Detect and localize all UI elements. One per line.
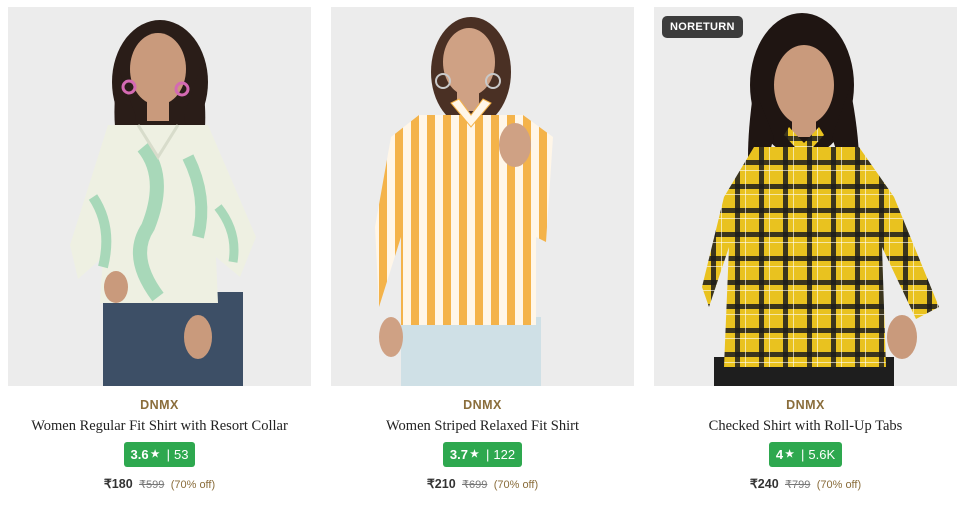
rating-badge: 3.7 ★ | 122 [442,442,523,467]
rating-count: 53 [173,447,189,462]
selling-price: ₹210 [426,477,456,491]
product-name[interactable]: Checked Shirt with Roll-Up Tabs [654,418,957,435]
star-icon: ★ [470,449,479,460]
rating-count: 122 [493,447,516,462]
product-name[interactable]: Women Striped Relaxed Fit Shirt [331,418,634,435]
rating-badge: 3.6 ★ | 53 [123,442,196,467]
product-name[interactable]: Women Regular Fit Shirt with Resort Coll… [8,418,311,435]
product-grid: DNMX Women Regular Fit Shirt with Resort… [0,0,967,511]
selling-price: ₹180 [103,477,133,491]
discount-label: (70% off) [170,479,216,491]
original-price: ₹799 [785,479,811,491]
discount-label: (70% off) [493,479,539,491]
product-image[interactable]: NORETURN [654,7,957,386]
rating-value: 3.7 [449,447,468,462]
product-photo-illustration [8,7,311,386]
rating-value: 3.6 [130,447,149,462]
product-card[interactable]: NORETURN DNMX Checked Shirt with Roll-Up… [654,7,957,507]
product-image[interactable] [8,7,311,386]
product-photo-illustration [331,7,634,386]
discount-label: (70% off) [816,479,862,491]
rating-container: 3.7 ★ | 122 [331,442,634,467]
rating-separator: | [166,447,170,462]
product-card[interactable]: DNMX Women Regular Fit Shirt with Resort… [8,7,311,507]
rating-separator: | [485,447,490,462]
product-brand: DNMX [140,398,179,412]
rating-count: 5.6K [808,447,836,462]
rating-value: 4 [775,447,784,462]
product-card[interactable]: DNMX Women Striped Relaxed Fit Shirt 3.7… [331,7,634,507]
rating-container: 3.6 ★ | 53 [8,442,311,467]
product-image[interactable] [331,7,634,386]
noreturn-badge: NORETURN [662,16,743,38]
rating-badge: 4 ★ | 5.6K [768,442,843,467]
selling-price: ₹240 [749,477,779,491]
product-photo-illustration [654,7,957,386]
product-brand: DNMX [786,398,825,412]
price-row: ₹210 ₹699 (70% off) [331,476,634,491]
star-icon: ★ [150,449,160,460]
product-brand: DNMX [463,398,502,412]
original-price: ₹699 [462,479,488,491]
price-row: ₹240 ₹799 (70% off) [654,476,957,491]
rating-separator: | [801,447,805,462]
star-icon: ★ [785,449,795,460]
original-price: ₹599 [139,479,165,491]
rating-container: 4 ★ | 5.6K [654,442,957,467]
price-row: ₹180 ₹599 (70% off) [8,476,311,491]
